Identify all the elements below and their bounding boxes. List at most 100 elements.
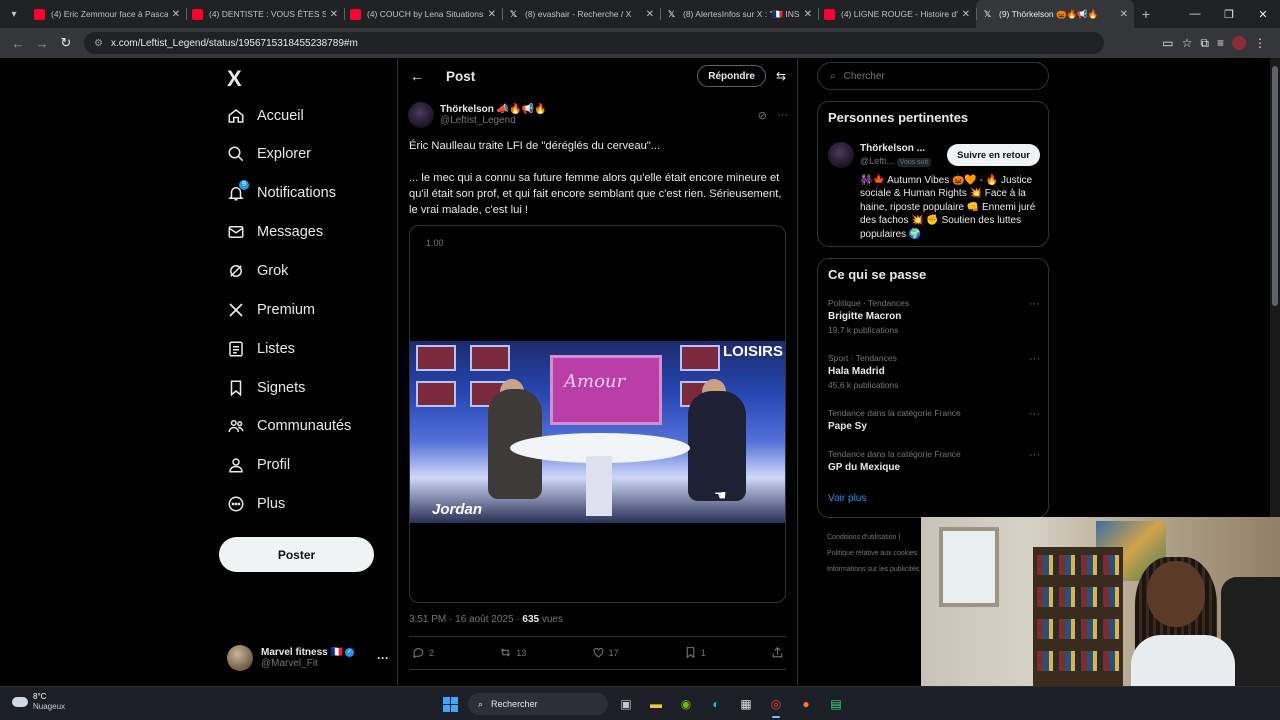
reply-button[interactable]: Répondre: [697, 65, 766, 87]
nav-item-communautes[interactable]: Communautés: [227, 411, 351, 441]
video-player[interactable]: 1.00 Amour Jordan LOISIRS ☚: [409, 225, 786, 603]
nvidia-icon[interactable]: ◉: [674, 692, 698, 716]
playback-speed[interactable]: 1.00: [426, 238, 444, 248]
site-info-icon[interactable]: ⚙: [94, 38, 103, 49]
footer-link[interactable]: Politique relative aux cookies: [827, 546, 919, 562]
close-window-icon[interactable]: ✕: [1246, 8, 1280, 21]
author-name[interactable]: Thörkelson 📣🔥📢🔥: [440, 104, 546, 115]
repost-action[interactable]: 13: [499, 646, 526, 659]
browser-tab[interactable]: 𝕏 (8) AlertesInfos sur X : "🇫🇷 INSO ✕: [660, 0, 818, 28]
nav-item-signets[interactable]: Signets: [227, 373, 305, 403]
browser-tab[interactable]: (4) COUCH by Lena Situations ✕: [344, 0, 502, 28]
browser-tab[interactable]: (4) LIGNE ROUGE - Histoire d'u ✕: [818, 0, 976, 28]
like-count: 17: [608, 647, 619, 658]
nav-item-premium[interactable]: Premium: [227, 295, 315, 325]
nav-label: Accueil: [257, 108, 304, 124]
studio-panel: [680, 345, 720, 371]
card-title: Ce qui se passe: [828, 267, 927, 282]
follow-back-button[interactable]: Suivre en retour: [947, 144, 1040, 166]
edge-icon[interactable]: ◐: [704, 692, 728, 716]
browser-tab-strip: ▾ (4) Eric Zemmour face à Pascal ✕ (4) DE…: [0, 0, 1280, 28]
close-tab-icon[interactable]: ✕: [646, 9, 654, 20]
windows-start-icon[interactable]: [438, 692, 462, 716]
android-app-icon[interactable]: ▤: [824, 692, 848, 716]
avatar[interactable]: [828, 142, 854, 168]
avatar[interactable]: [408, 102, 434, 128]
more-dots-icon[interactable]: ···: [1029, 353, 1040, 365]
extensions-icon[interactable]: ⧉: [1200, 36, 1209, 51]
more-dots-icon[interactable]: ···: [377, 651, 389, 665]
close-tab-icon[interactable]: ✕: [804, 9, 812, 20]
tab-search-chevron-icon[interactable]: ▾: [0, 0, 28, 28]
nav-label: Signets: [257, 380, 306, 396]
back-arrow-icon[interactable]: ←: [6, 31, 30, 55]
close-tab-icon[interactable]: ✕: [488, 9, 496, 20]
tab-title: (4) DENTISTE : VOUS ÊTES SALI: [209, 9, 326, 19]
more-dots-icon[interactable]: ···: [777, 109, 788, 122]
see-more-link[interactable]: Voir plus: [828, 493, 866, 504]
close-tab-icon[interactable]: ✕: [330, 9, 338, 20]
share-action[interactable]: [771, 646, 784, 659]
more-dots-icon[interactable]: ···: [1029, 298, 1040, 310]
taskbar-search[interactable]: ⌕ Rechercher: [468, 693, 608, 715]
forward-arrow-icon[interactable]: →: [30, 31, 54, 55]
store-icon[interactable]: ▦: [734, 692, 758, 716]
browser-tab-active[interactable]: 𝕏 (9) Thörkelson 🎃🔥📢🔥 ✕: [976, 0, 1134, 28]
nav-item-listes[interactable]: Listes: [227, 334, 295, 364]
file-explorer-icon[interactable]: ▬: [644, 692, 668, 716]
browser-tab[interactable]: 𝕏 (8) evashair - Recherche / X ✕: [502, 0, 660, 28]
nav-item-accueil[interactable]: Accueil: [227, 101, 304, 131]
bookmark-star-icon[interactable]: ☆: [1182, 36, 1193, 50]
footer-link[interactable]: Conditions d'utilisation |: [827, 530, 919, 546]
more-dots-icon[interactable]: ···: [1029, 408, 1040, 420]
person-name[interactable]: Thörkelson ...: [860, 143, 925, 154]
new-tab-button[interactable]: +: [1134, 6, 1158, 22]
trend-item[interactable]: Politique · Tendances Brigitte Macron 19…: [828, 298, 1040, 335]
profile-avatar[interactable]: [1232, 36, 1246, 50]
back-arrow-icon[interactable]: ←: [410, 68, 432, 84]
restore-icon[interactable]: ❐: [1212, 8, 1246, 21]
x-logo-icon[interactable]: X: [227, 66, 242, 92]
bookmark-action[interactable]: 1: [684, 646, 706, 659]
close-tab-icon[interactable]: ✕: [962, 9, 970, 20]
weather-widget[interactable]: 8°C Nuageux: [12, 692, 65, 712]
search-input[interactable]: ⌕ Chercher: [817, 62, 1049, 90]
nav-item-explorer[interactable]: Explorer: [227, 139, 311, 169]
nav-item-notifications[interactable]: 9 Notifications: [227, 178, 336, 208]
video-frame[interactable]: Amour Jordan LOISIRS ☚: [410, 341, 785, 523]
reply-action[interactable]: 2: [412, 646, 434, 659]
grok-icon[interactable]: ⊘: [758, 109, 767, 122]
nav-item-messages[interactable]: Messages: [227, 217, 323, 247]
filter-settings-icon[interactable]: ⇆: [776, 69, 786, 83]
minimize-icon[interactable]: —: [1178, 8, 1212, 20]
scrollbar-thumb[interactable]: [1272, 66, 1278, 306]
post-button[interactable]: Poster: [219, 537, 374, 572]
task-view-icon[interactable]: ▣: [614, 692, 638, 716]
trend-item[interactable]: Sport · Tendances Hala Madrid 45,6 k pub…: [828, 353, 1040, 390]
trends-card: Ce qui se passe Politique · Tendances Br…: [817, 258, 1049, 518]
close-tab-icon[interactable]: ✕: [1120, 9, 1128, 20]
nav-item-grok[interactable]: Grok: [227, 256, 288, 286]
trend-name: Brigitte Macron: [828, 311, 902, 322]
account-switcher[interactable]: Marvel fitness 🇫🇷 ✓ @Marvel_Fit ···: [227, 643, 389, 673]
nav-item-profil[interactable]: Profil: [227, 450, 290, 480]
browser-tab[interactable]: (4) Eric Zemmour face à Pascal ✕: [28, 0, 186, 28]
reload-icon[interactable]: ↻: [54, 31, 78, 55]
chrome-icon[interactable]: ◎: [764, 692, 788, 718]
firefox-icon[interactable]: ●: [794, 692, 818, 716]
footer-link[interactable]: Informations sur les publicités: [827, 562, 919, 578]
close-tab-icon[interactable]: ✕: [172, 9, 180, 20]
reading-list-icon[interactable]: ≡: [1217, 36, 1224, 50]
nav-item-plus[interactable]: Plus: [227, 489, 285, 519]
more-dots-icon[interactable]: ···: [1029, 449, 1040, 461]
trend-item[interactable]: Tendance dans la catégorie France GP du …: [828, 449, 1040, 473]
browser-menu-icon[interactable]: ⋮: [1254, 36, 1266, 50]
post-column: ← Post Répondre ⇆ Thörkelson 📣🔥📢🔥 @Lefti…: [397, 58, 798, 686]
trend-item[interactable]: Tendance dans la catégorie France Pape S…: [828, 408, 1040, 432]
browser-tab[interactable]: (4) DENTISTE : VOUS ÊTES SALI ✕: [186, 0, 344, 28]
host-figure: [688, 391, 746, 501]
author-handle[interactable]: @Leftist_Legend: [440, 115, 546, 126]
cast-icon[interactable]: ▭: [1162, 36, 1173, 50]
address-bar[interactable]: ⚙ x.com/Leftist_Legend/status/1956715318…: [84, 32, 1104, 54]
like-action[interactable]: 17: [592, 646, 619, 659]
